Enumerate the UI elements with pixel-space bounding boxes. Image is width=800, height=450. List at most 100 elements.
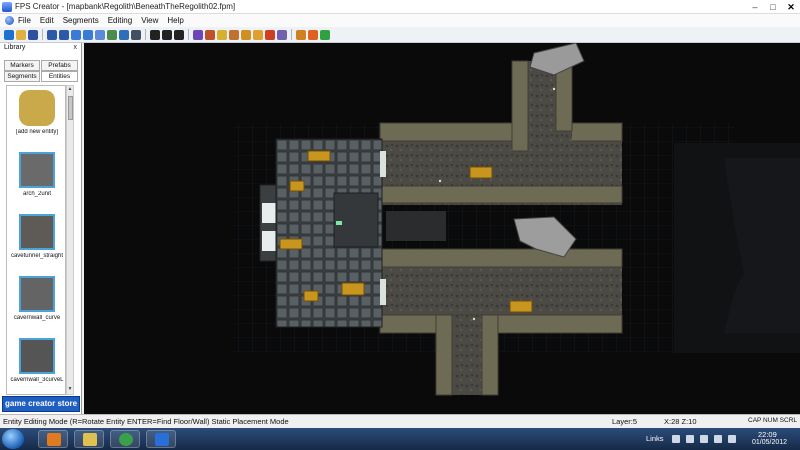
waypoint-icon[interactable] [229,29,239,40]
circle-icon[interactable] [174,29,184,40]
scroll-thumb[interactable] [68,96,73,120]
rect-icon[interactable] [162,29,172,40]
tgc-icon [155,433,169,446]
open-icon[interactable] [16,29,26,40]
undo-icon[interactable] [47,29,57,40]
back-icon[interactable] [4,29,14,40]
entity-thumbnail-icon[interactable] [19,276,55,312]
taskbar: Links 22:09 01/05/2012 [0,428,800,450]
entity-thumbnail-icon[interactable] [19,90,55,126]
crate-1[interactable] [307,150,331,162]
menu-help[interactable]: Help [167,16,183,25]
tray-network-icon[interactable] [714,435,722,443]
app-icon [2,1,12,12]
menu-view[interactable]: View [141,16,158,25]
trigger-icon[interactable] [241,29,251,40]
tray-arrow-icon[interactable] [672,435,680,443]
library-scrollbar[interactable]: ▲ ▼ [66,85,74,395]
minimize-button[interactable]: – [746,0,764,14]
clock-date[interactable]: 01/05/2012 [752,439,787,446]
crate-2[interactable] [289,180,305,192]
lower-shaft-wall-right [481,314,499,396]
redo-icon[interactable] [59,29,69,40]
layer-up-icon[interactable] [71,29,81,40]
scroll-down-arrow-icon[interactable]: ▼ [67,386,73,394]
crate-4[interactable] [303,290,319,302]
test-game-icon[interactable] [296,29,306,40]
library-entry[interactable]: cavernwall_3curveL [7,338,65,383]
run-icon[interactable] [320,29,330,40]
light-icon[interactable] [217,29,227,40]
entity-thumbnail-icon[interactable] [19,338,55,374]
tab-entities[interactable]: Entities [41,71,78,82]
map-viewport[interactable] [84,43,800,414]
zoom-icon[interactable] [131,29,141,40]
base-light-marker [336,221,342,225]
tab-prefabs[interactable]: Prefabs [41,60,78,71]
save-icon[interactable] [28,29,38,40]
light-marker-2 [438,179,442,183]
taskbar-app-tgc[interactable] [146,430,176,448]
menu-segments[interactable]: Segments [63,16,99,25]
tab-markers[interactable]: Markers [4,60,40,71]
library-close-button[interactable]: x [74,44,78,53]
base-light-panel-lower [262,231,276,251]
segment-icon[interactable] [95,29,105,40]
entity-label: arch_2unit [22,191,52,197]
library-entry[interactable]: cavernwall_curve [7,276,65,321]
entity-thumbnail-icon[interactable] [19,152,55,188]
tray-volume-icon[interactable] [728,435,736,443]
layer-down-icon[interactable] [83,29,93,40]
close-button[interactable]: ✕ [782,0,800,14]
entity-label: cavernwall_curve [13,315,61,321]
line-icon[interactable] [150,29,160,40]
menu-file[interactable]: File [18,16,31,25]
paint-icon[interactable] [205,29,215,40]
upper-corridor-wall-top [379,122,623,142]
scroll-up-arrow-icon[interactable]: ▲ [67,86,73,94]
light-marker-1 [552,87,556,91]
library-entry[interactable]: [add new entity] [7,90,65,135]
crate-7[interactable] [509,300,533,313]
tray-links-label[interactable]: Links [646,434,664,443]
toolbar-separator [145,29,146,40]
light-marker-3 [472,317,476,321]
status-coords: X:28 Z:10 [664,417,697,426]
entity-icon[interactable] [107,29,117,40]
tray-device-icon[interactable] [700,435,708,443]
picker-icon[interactable] [193,29,203,40]
fps-creator-window: FPS Creator - [mapbank\Regolith\BeneathT… [0,0,800,428]
tab-segments[interactable]: Segments [4,71,40,82]
sound-icon[interactable] [277,29,287,40]
status-bar: Entity Editing Mode (R=Rotate Entity ENT… [0,414,800,428]
maximize-button[interactable]: □ [764,0,782,14]
window-controls: – □ ✕ [746,0,800,14]
build-game-icon[interactable] [308,29,318,40]
crate-6[interactable] [469,166,493,179]
app-menu-icon[interactable] [5,16,14,25]
tray-flag-icon[interactable] [686,435,694,443]
taskbar-app-explorer[interactable] [74,430,104,448]
crate-5[interactable] [341,282,365,296]
start-button[interactable] [2,429,24,449]
library-entry[interactable]: arch_2unit [7,152,65,197]
toolbar [0,27,800,43]
menu-bar: File Edit Segments Editing View Help [0,14,800,27]
entity-label: cavernwall_3curveL [10,377,64,383]
clock-time[interactable]: 22:09 [758,430,777,439]
menu-editing[interactable]: Editing [108,16,132,25]
marker-icon[interactable] [253,29,263,40]
library-entry[interactable]: cavetunnel_straight [7,214,65,259]
grid-icon[interactable] [119,29,129,40]
entity-thumbnail-icon[interactable] [19,214,55,250]
menu-edit[interactable]: Edit [40,16,54,25]
title-bar: FPS Creator - [mapbank\Regolith\BeneathT… [0,0,800,14]
crate-3[interactable] [279,238,303,250]
game-creator-store-button[interactable]: game creator store [2,396,80,412]
library-tabs: Markers Prefabs Segments Entities [4,57,78,83]
base-light-panel-upper [262,203,276,223]
level-map[interactable] [84,43,800,414]
taskbar-app-media-player[interactable] [38,430,68,448]
taskbar-app-chrome[interactable] [110,430,140,448]
flag-icon[interactable] [265,29,275,40]
